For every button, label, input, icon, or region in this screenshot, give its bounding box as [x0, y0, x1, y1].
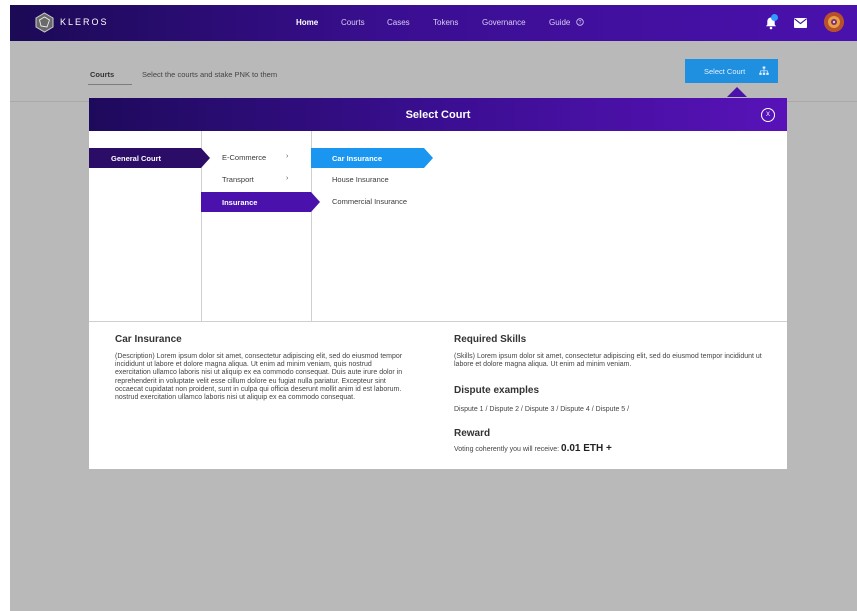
nav-governance[interactable]: Governance: [482, 18, 526, 27]
court-commercial-insurance[interactable]: Commercial Insurance: [332, 197, 407, 206]
details-title: Car Insurance: [115, 334, 182, 345]
nav-home[interactable]: Home: [296, 18, 318, 27]
dispute-examples-text: Dispute 1 / Dispute 2 / Dispute 3 / Disp…: [454, 406, 630, 413]
nav-cases[interactable]: Cases: [387, 18, 410, 27]
modal-pointer: [727, 87, 747, 97]
courts-tab[interactable]: Courts: [90, 70, 114, 79]
close-icon[interactable]: X: [761, 108, 775, 122]
courts-tab-underline: [88, 84, 132, 85]
reward-value: 0.01 ETH +: [561, 443, 612, 454]
modal-title: Select Court: [405, 109, 471, 121]
nav-tokens[interactable]: Tokens: [433, 18, 458, 27]
select-court-modal: Select Court X General Court E-Commerce …: [89, 98, 787, 469]
reward-line: Voting coherently you will receive: 0.01…: [454, 443, 612, 454]
chevron-right-icon: ›: [286, 153, 289, 160]
hierarchy-icon: [759, 66, 769, 75]
court-ecommerce[interactable]: E-Commerce: [222, 153, 266, 162]
details-divider: [89, 321, 787, 322]
mail-icon[interactable]: [794, 18, 807, 28]
reward-prefix: Voting coherently you will receive:: [454, 446, 560, 453]
dispute-examples-title: Dispute examples: [454, 385, 540, 396]
details-description: (Description) Lorem ipsum dolor sit amet…: [115, 353, 403, 402]
kleros-logo-icon[interactable]: [34, 12, 55, 33]
select-court-button-label: Select Court: [704, 67, 746, 76]
pill-tip: [424, 148, 433, 168]
modal-header: Select Court X: [89, 98, 787, 131]
court-insurance[interactable]: Insurance: [201, 192, 320, 212]
courts-description: Select the courts and stake PNK to them: [142, 70, 278, 79]
court-car-insurance-label: Car Insurance: [332, 154, 383, 163]
pill-tip: [201, 148, 210, 168]
avatar[interactable]: [824, 12, 844, 32]
court-insurance-label: Insurance: [222, 198, 258, 207]
chevron-right-icon: ›: [286, 175, 289, 182]
reward-title: Reward: [454, 428, 491, 439]
avatar-image-icon: [824, 12, 844, 32]
pill-tip: [311, 192, 320, 212]
select-court-button[interactable]: Select Court: [685, 59, 778, 83]
top-nav: KLEROS Home Courts Cases Tokens Governan…: [10, 5, 857, 41]
nav-courts[interactable]: Courts: [341, 18, 365, 27]
court-general[interactable]: General Court: [89, 148, 210, 168]
brand-name: KLEROS: [60, 17, 109, 27]
svg-text:?: ?: [578, 20, 581, 26]
app-frame: KLEROS Home Courts Cases Tokens Governan…: [10, 5, 857, 611]
required-skills-title: Required Skills: [454, 334, 527, 345]
court-general-label: General Court: [111, 154, 162, 163]
court-transport[interactable]: Transport: [222, 175, 254, 184]
nav-guide-label: Guide: [549, 18, 571, 27]
court-car-insurance[interactable]: Car Insurance: [311, 148, 433, 168]
notification-badge: [771, 14, 778, 21]
nav-guide[interactable]: Guide ?: [549, 18, 584, 27]
help-circle-icon: ?: [575, 18, 584, 26]
court-house-insurance[interactable]: House Insurance: [332, 175, 389, 184]
required-skills-text: (Skills) Lorem ipsum dolor sit amet, con…: [454, 353, 762, 369]
